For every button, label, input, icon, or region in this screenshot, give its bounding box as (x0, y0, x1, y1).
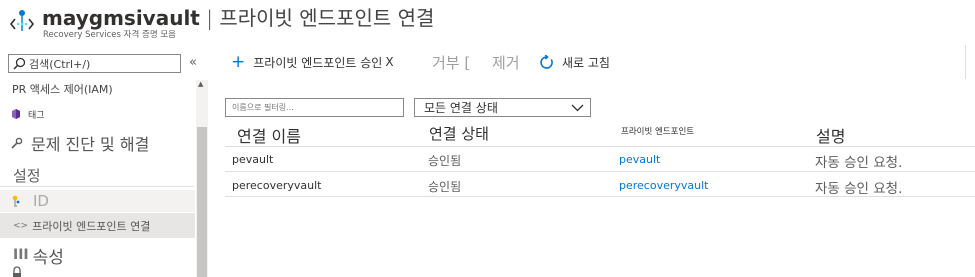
section-heading: 설정 (13, 166, 41, 185)
approve-label: 프라이빗 엔드포인트 승인 (253, 55, 383, 70)
sidebar-item-label: 프라이빗 엔드포인트 연결 (32, 219, 151, 233)
sidebar-item-label: 속성 (32, 247, 64, 268)
collapse-sidebar-button[interactable]: « (189, 55, 197, 70)
table-cell-connection-name[interactable]: perecoveryvault (232, 179, 321, 192)
reject-button[interactable]: 거부 [ (432, 52, 470, 72)
table-cell-connection-name[interactable]: pevault (232, 153, 273, 166)
sidebar-item-tags[interactable]: 태그 (0, 105, 195, 123)
sidebar-scrollbar-thumb[interactable] (197, 127, 207, 277)
table-cell-private-endpoint-link[interactable]: perecoveryvault (619, 179, 708, 192)
sidebar-item-private-endpoint-connections[interactable]: <> 프라이빗 엔드포인트 연결 (0, 213, 195, 238)
lock-icon (13, 266, 21, 277)
connection-state-dropdown[interactable]: 모든 연결 상태 (414, 98, 591, 117)
chevron-down-icon (571, 104, 584, 112)
toolbar-divider (965, 45, 966, 79)
search-placeholder: 검색(Ctrl+/) (29, 57, 91, 71)
code-brackets-icon: <> (13, 220, 29, 231)
vault-name: maygmsivault (42, 6, 200, 30)
search-icon (13, 57, 26, 70)
sidebar-section-settings: 설정 (0, 164, 195, 186)
tag-icon (12, 109, 20, 119)
sidebar-item-label: 문제 진단 및 해결 (31, 135, 150, 154)
table-cell-description: 자동 승인 요청. (815, 155, 903, 171)
sidebar-item-label: PR 액세스 제어(IAM) (12, 83, 113, 96)
sidebar-item-properties[interactable]: III 속성 (0, 244, 195, 268)
dropdown-selected-value: 모든 연결 상태 (424, 101, 498, 115)
sidebar-item-label: 태그 (28, 110, 45, 121)
name-filter-input[interactable] (225, 98, 404, 117)
plus-icon: + (231, 51, 246, 72)
private-endpoint-icon (9, 10, 35, 31)
wrench-icon (11, 137, 23, 149)
sidebar-item-diagnose[interactable]: 문제 진단 및 해결 (0, 131, 195, 155)
column-header-connection-state[interactable]: 연결 상태 (429, 123, 489, 144)
refresh-label: 새로 고침 (562, 55, 610, 70)
table-row-divider (225, 196, 975, 197)
table-header-divider (225, 146, 975, 147)
column-header-description[interactable]: 설명 (816, 123, 845, 147)
table-cell-connection-state: 승인됨 (428, 180, 462, 194)
sidebar-item-locks[interactable] (0, 266, 195, 277)
sidebar-divider (0, 186, 194, 187)
sidebar-item-label: ID (33, 192, 49, 210)
remove-button[interactable]: 제거 (492, 52, 520, 72)
table-cell-description: 자동 승인 요청. (815, 181, 903, 197)
identity-key-icon (12, 195, 20, 207)
title-separator: | (199, 6, 220, 30)
remove-label: 제거 (492, 53, 520, 72)
sidebar-item-iam[interactable]: PR 액세스 제어(IAM) (0, 80, 195, 98)
refresh-button[interactable]: 새로 고침 (539, 52, 610, 72)
table-row-divider (225, 171, 975, 172)
column-header-connection-name[interactable]: 연결 이름 (237, 123, 301, 147)
properties-icon: III (13, 247, 29, 263)
approve-suffix: X (385, 55, 394, 69)
sidebar-search-input[interactable]: 검색(Ctrl+/) (8, 54, 181, 73)
reject-label: 거부 [ (432, 53, 471, 72)
page-subtitle: Recovery Services 자격 증명 모음 (43, 30, 176, 40)
table-cell-private-endpoint-link[interactable]: pevault (619, 153, 660, 166)
table-cell-connection-state: 승인됨 (428, 154, 462, 168)
blade-title: 프라이빗 엔드포인트 연결 (219, 6, 435, 30)
column-header-private-endpoint[interactable]: 프라이빗 엔드포인트 (621, 125, 694, 137)
approve-button[interactable]: + 프라이빗 엔드포인트 승인 X (231, 52, 394, 72)
refresh-icon (540, 54, 553, 69)
scroll-up-arrow-icon[interactable]: ▲ (198, 80, 203, 88)
sidebar-item-identity[interactable]: ID (0, 190, 195, 212)
page-title: maygmsivault | 프라이빗 엔드포인트 연결 (42, 2, 434, 31)
